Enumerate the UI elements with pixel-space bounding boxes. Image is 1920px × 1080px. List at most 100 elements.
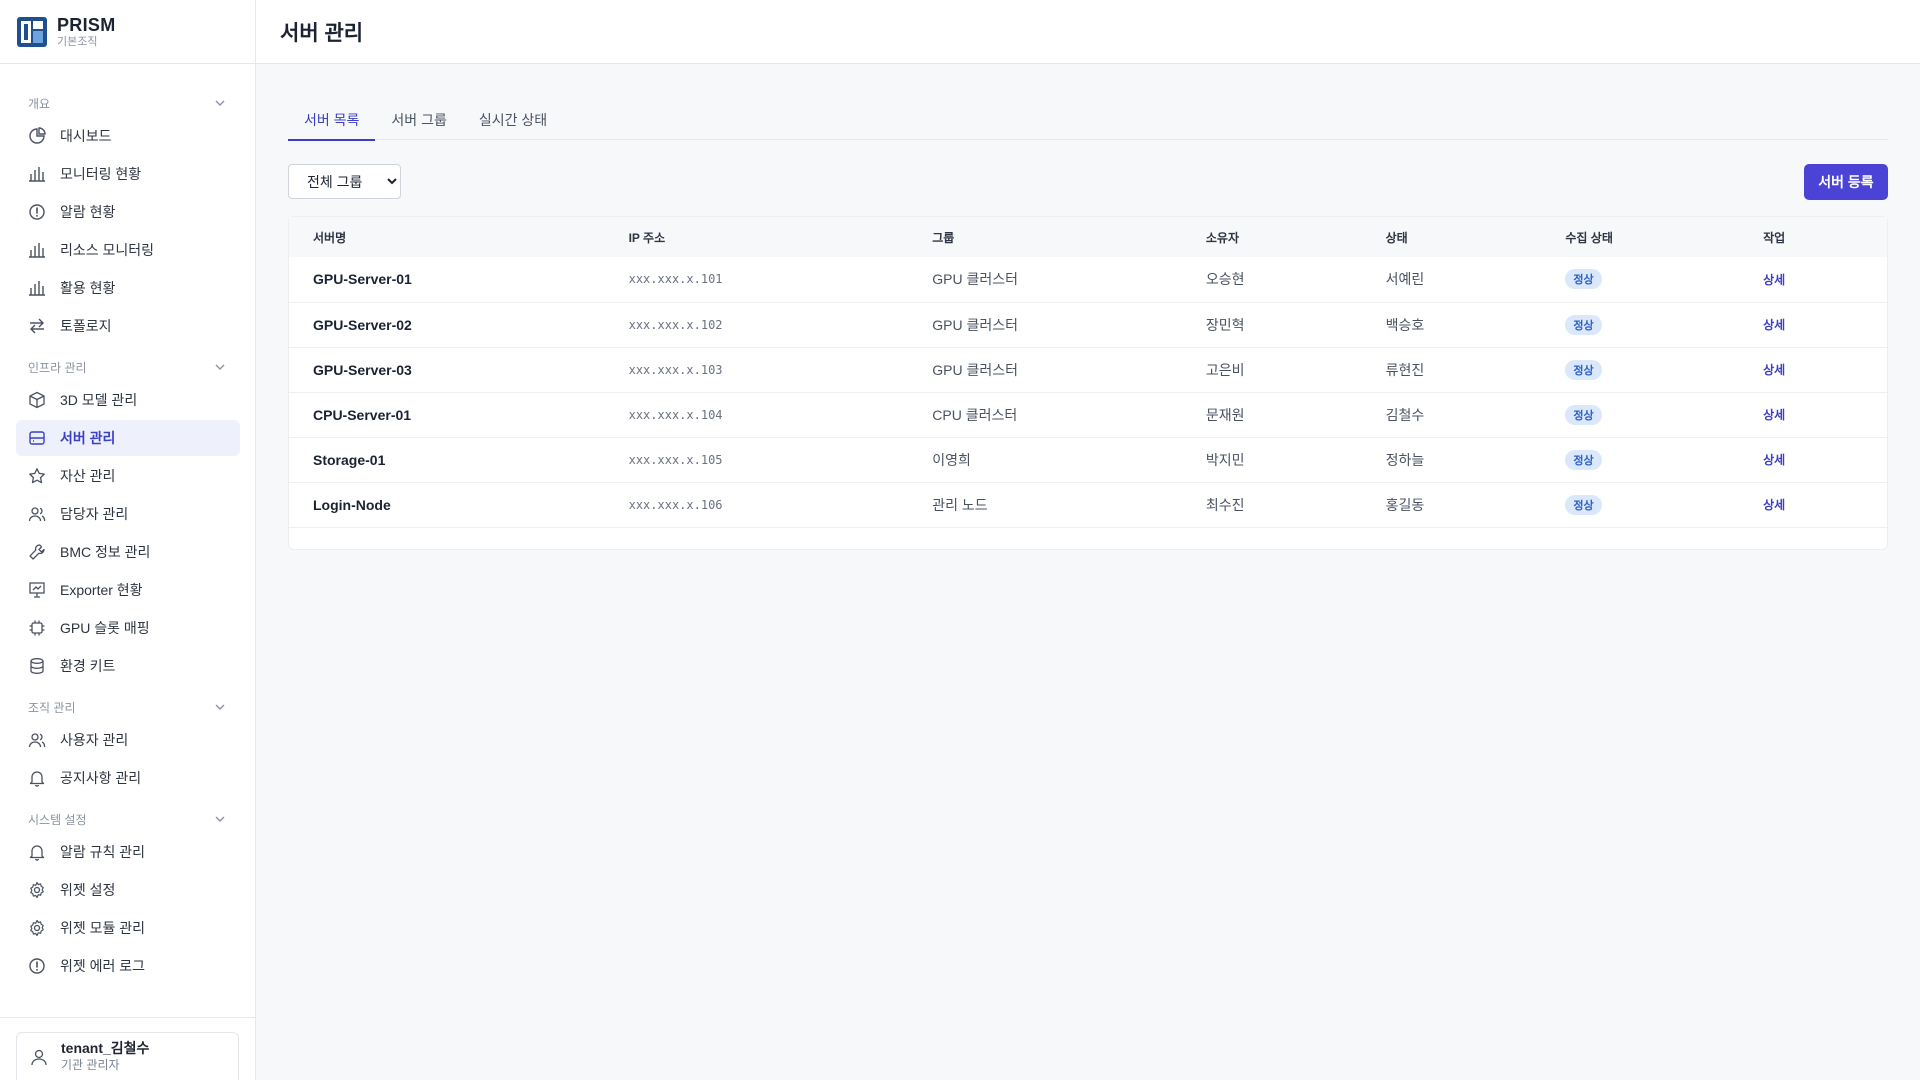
chevron-down-icon <box>215 816 225 822</box>
sidebar-item-label: Exporter 현황 <box>60 582 143 598</box>
status-cell: 백승호 <box>1385 316 1425 333</box>
sidebar-item-dashboard[interactable]: 대시보드 <box>16 118 240 154</box>
server-icon <box>29 431 45 445</box>
section-header-org[interactable]: 조직 관리 <box>0 692 256 722</box>
sidebar-item-bmc-info[interactable]: BMC 정보 관리 <box>16 534 240 570</box>
sidebar-item-label: 3D 모델 관리 <box>60 392 138 408</box>
tab-server-group[interactable]: 서버 그룹 <box>375 100 462 140</box>
user-name: tenant_김철수 <box>61 1040 150 1057</box>
users-icon <box>28 507 46 522</box>
bar-chart-icon <box>29 243 45 258</box>
table-body: GPU-Server-01 xxx.xxx.x.101 GPU 클러스터 오승현 서예린… <box>289 257 1887 527</box>
group-cell: GPU 클러스터 <box>932 271 1019 288</box>
sidebar-item-alarm-status[interactable]: 알람 현황 <box>16 194 240 230</box>
sidebar-item-resource-monitoring[interactable]: 리소스 모니터링 <box>16 232 240 268</box>
status-badge: 정상 <box>1565 404 1602 425</box>
status-cell: 서예린 <box>1385 271 1425 288</box>
section-header-overview[interactable]: 개요 <box>0 88 256 118</box>
sidebar-item-manager-management[interactable]: 담당자 관리 <box>16 496 240 532</box>
tab-server-list[interactable]: 서버 목록 <box>288 100 376 141</box>
section-label: 개요 <box>28 96 51 111</box>
sidebar-item-label: 알람 현황 <box>60 204 116 220</box>
section-header-system[interactable]: 시스템 설정 <box>0 804 256 834</box>
group-filter-select[interactable]: 전체 그룹 <box>288 164 401 199</box>
column-header-ip[interactable]: IP 주소 <box>605 217 909 257</box>
table-row[interactable]: GPU-Server-02 xxx.xxx.x.102 GPU 클러스터 장민혁 백승호… <box>289 302 1887 347</box>
bell-icon <box>29 845 45 861</box>
action-cell: 상세 <box>1739 302 1887 347</box>
user-profile-card[interactable]: tenant_김철수 기관 관리자 <box>16 1032 239 1080</box>
table-row[interactable]: GPU-Server-03 xxx.xxx.x.103 GPU 클러스터 고은비 류현진… <box>289 347 1887 392</box>
detail-link[interactable]: 상세 <box>1763 408 1785 422</box>
server-table: 서버명 IP 주소 그룹 소유자 상태 수집 상태 작업 GPU-Server-… <box>289 217 1887 528</box>
detail-link[interactable]: 상세 <box>1763 273 1785 287</box>
presentation-icon <box>29 582 45 598</box>
bell-icon <box>29 771 45 787</box>
column-header-group[interactable]: 그룹 <box>908 217 1182 257</box>
chip-icon <box>29 620 45 636</box>
server-name-cell: Storage-01 <box>313 451 386 468</box>
sidebar-item-notice-management[interactable]: 공지사항 관리 <box>16 760 240 796</box>
arrows-swap-icon <box>30 318 44 334</box>
sidebar-item-gpu-slot-mapping[interactable]: GPU 슬롯 매핑 <box>16 610 240 646</box>
chevron-down-icon <box>215 100 225 106</box>
ip-address-cell: xxx.xxx.x.105 <box>628 452 723 467</box>
status-badge: 정상 <box>1565 494 1602 515</box>
register-server-button[interactable]: 서버 등록 <box>1804 164 1888 200</box>
status-badge: 정상 <box>1565 314 1602 335</box>
gear-icon <box>30 881 44 899</box>
sidebar-item-server-management[interactable]: 서버 관리 <box>16 420 240 456</box>
sidebar-item-label: 위젯 설정 <box>60 882 116 898</box>
server-name-cell: CPU-Server-01 <box>313 406 412 423</box>
server-table-card: 서버명 IP 주소 그룹 소유자 상태 수집 상태 작업 GPU-Server-… <box>288 216 1888 550</box>
column-header-status[interactable]: 상태 <box>1362 217 1542 257</box>
table-row[interactable]: Storage-01 xxx.xxx.x.105 이영희 박지민 정하늘 정상 상세 <box>289 437 1887 482</box>
action-cell: 상세 <box>1739 482 1887 527</box>
sidebar-item-label: 공지사항 관리 <box>60 770 142 786</box>
table-row[interactable]: Login-Node xxx.xxx.x.106 관리 노드 최수진 홍길동 정상 상세 <box>289 482 1887 527</box>
sidebar-item-label: BMC 정보 관리 <box>60 544 151 560</box>
sidebar-divider <box>0 1017 255 1018</box>
sidebar-item-topology[interactable]: 토폴로지 <box>16 308 240 344</box>
database-icon <box>30 658 44 674</box>
sidebar-item-usage-status[interactable]: 활용 현황 <box>16 270 240 306</box>
status-badge: 정상 <box>1565 359 1602 380</box>
group-cell: CPU 클러스터 <box>932 406 1018 423</box>
detail-link[interactable]: 상세 <box>1763 453 1785 467</box>
collect-status-cell: 정상 <box>1541 482 1739 527</box>
sidebar-item-3d-model[interactable]: 3D 모델 관리 <box>16 382 240 418</box>
sidebar-item-widget-error-log[interactable]: 위젯 에러 로그 <box>16 948 240 984</box>
owner-cell: 고은비 <box>1205 361 1245 378</box>
action-cell: 상세 <box>1739 437 1887 482</box>
sidebar-item-user-management[interactable]: 사용자 관리 <box>16 722 240 758</box>
collect-status-cell: 정상 <box>1541 257 1739 302</box>
sidebar-item-widget-modules[interactable]: 위젯 모듈 관리 <box>16 910 240 946</box>
group-cell: GPU 클러스터 <box>932 361 1019 378</box>
sidebar-item-label: 서버 관리 <box>60 430 116 446</box>
column-header-collect-status[interactable]: 수집 상태 <box>1541 217 1739 257</box>
chevron-down-icon <box>215 704 225 710</box>
table-row[interactable]: CPU-Server-01 xxx.xxx.x.104 CPU 클러스터 문재원 김철수… <box>289 392 1887 437</box>
detail-link[interactable]: 상세 <box>1763 498 1785 512</box>
sidebar-item-widget-settings[interactable]: 위젯 설정 <box>16 872 240 908</box>
group-cell: GPU 클러스터 <box>932 316 1019 333</box>
sidebar-item-label: 대시보드 <box>60 128 112 144</box>
detail-link[interactable]: 상세 <box>1763 363 1785 377</box>
tab-bar: 서버 목록 서버 그룹 실시간 상태 <box>288 100 1888 141</box>
sidebar-item-asset-management[interactable]: 자산 관리 <box>16 458 240 494</box>
alert-circle-icon <box>29 958 45 974</box>
column-header-name[interactable]: 서버명 <box>289 217 605 257</box>
sidebar-item-alarm-rules[interactable]: 알람 규칙 관리 <box>16 834 240 870</box>
user-icon <box>31 1049 47 1065</box>
brand[interactable]: PRISM 기본조직 <box>0 0 255 64</box>
tab-realtime-status[interactable]: 실시간 상태 <box>463 100 563 140</box>
section-header-infra[interactable]: 인프라 관리 <box>0 352 256 382</box>
action-cell: 상세 <box>1739 392 1887 437</box>
detail-link[interactable]: 상세 <box>1763 318 1785 332</box>
gear-icon <box>30 919 44 937</box>
sidebar-item-env-kit[interactable]: 환경 키트 <box>16 648 240 684</box>
table-row[interactable]: GPU-Server-01 xxx.xxx.x.101 GPU 클러스터 오승현 서예린… <box>289 257 1887 302</box>
sidebar-item-exporter-status[interactable]: Exporter 현황 <box>16 572 240 608</box>
column-header-owner[interactable]: 소유자 <box>1182 217 1362 257</box>
sidebar-item-monitoring-status[interactable]: 모니터링 현황 <box>16 156 240 192</box>
